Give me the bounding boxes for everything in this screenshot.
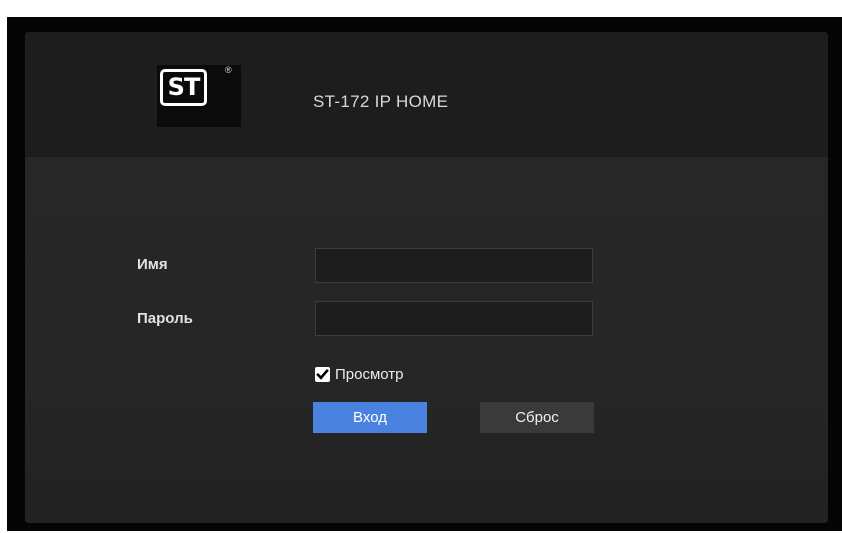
preview-checkbox[interactable] (315, 366, 330, 382)
password-input[interactable] (315, 301, 593, 336)
logo-mark: ST (160, 69, 207, 106)
login-header: ST ® ST-172 IP HOME (25, 32, 828, 157)
login-form (25, 157, 828, 523)
reset-button[interactable]: Сброс (480, 402, 594, 433)
username-input[interactable] (315, 248, 593, 283)
brand-logo: ST ® (157, 65, 241, 127)
app-title: ST-172 IP HOME (313, 92, 449, 111)
preview-checkbox-row[interactable]: Просмотр (315, 365, 404, 383)
login-panel: ST ® ST-172 IP HOME Имя Пароль Просмотр … (25, 32, 828, 523)
username-label: Имя (137, 256, 168, 273)
registered-mark: ® (225, 65, 232, 75)
login-button[interactable]: Вход (313, 402, 427, 433)
password-label: Пароль (137, 310, 193, 327)
checkmark-icon (316, 368, 329, 380)
preview-checkbox-label: Просмотр (335, 365, 404, 383)
